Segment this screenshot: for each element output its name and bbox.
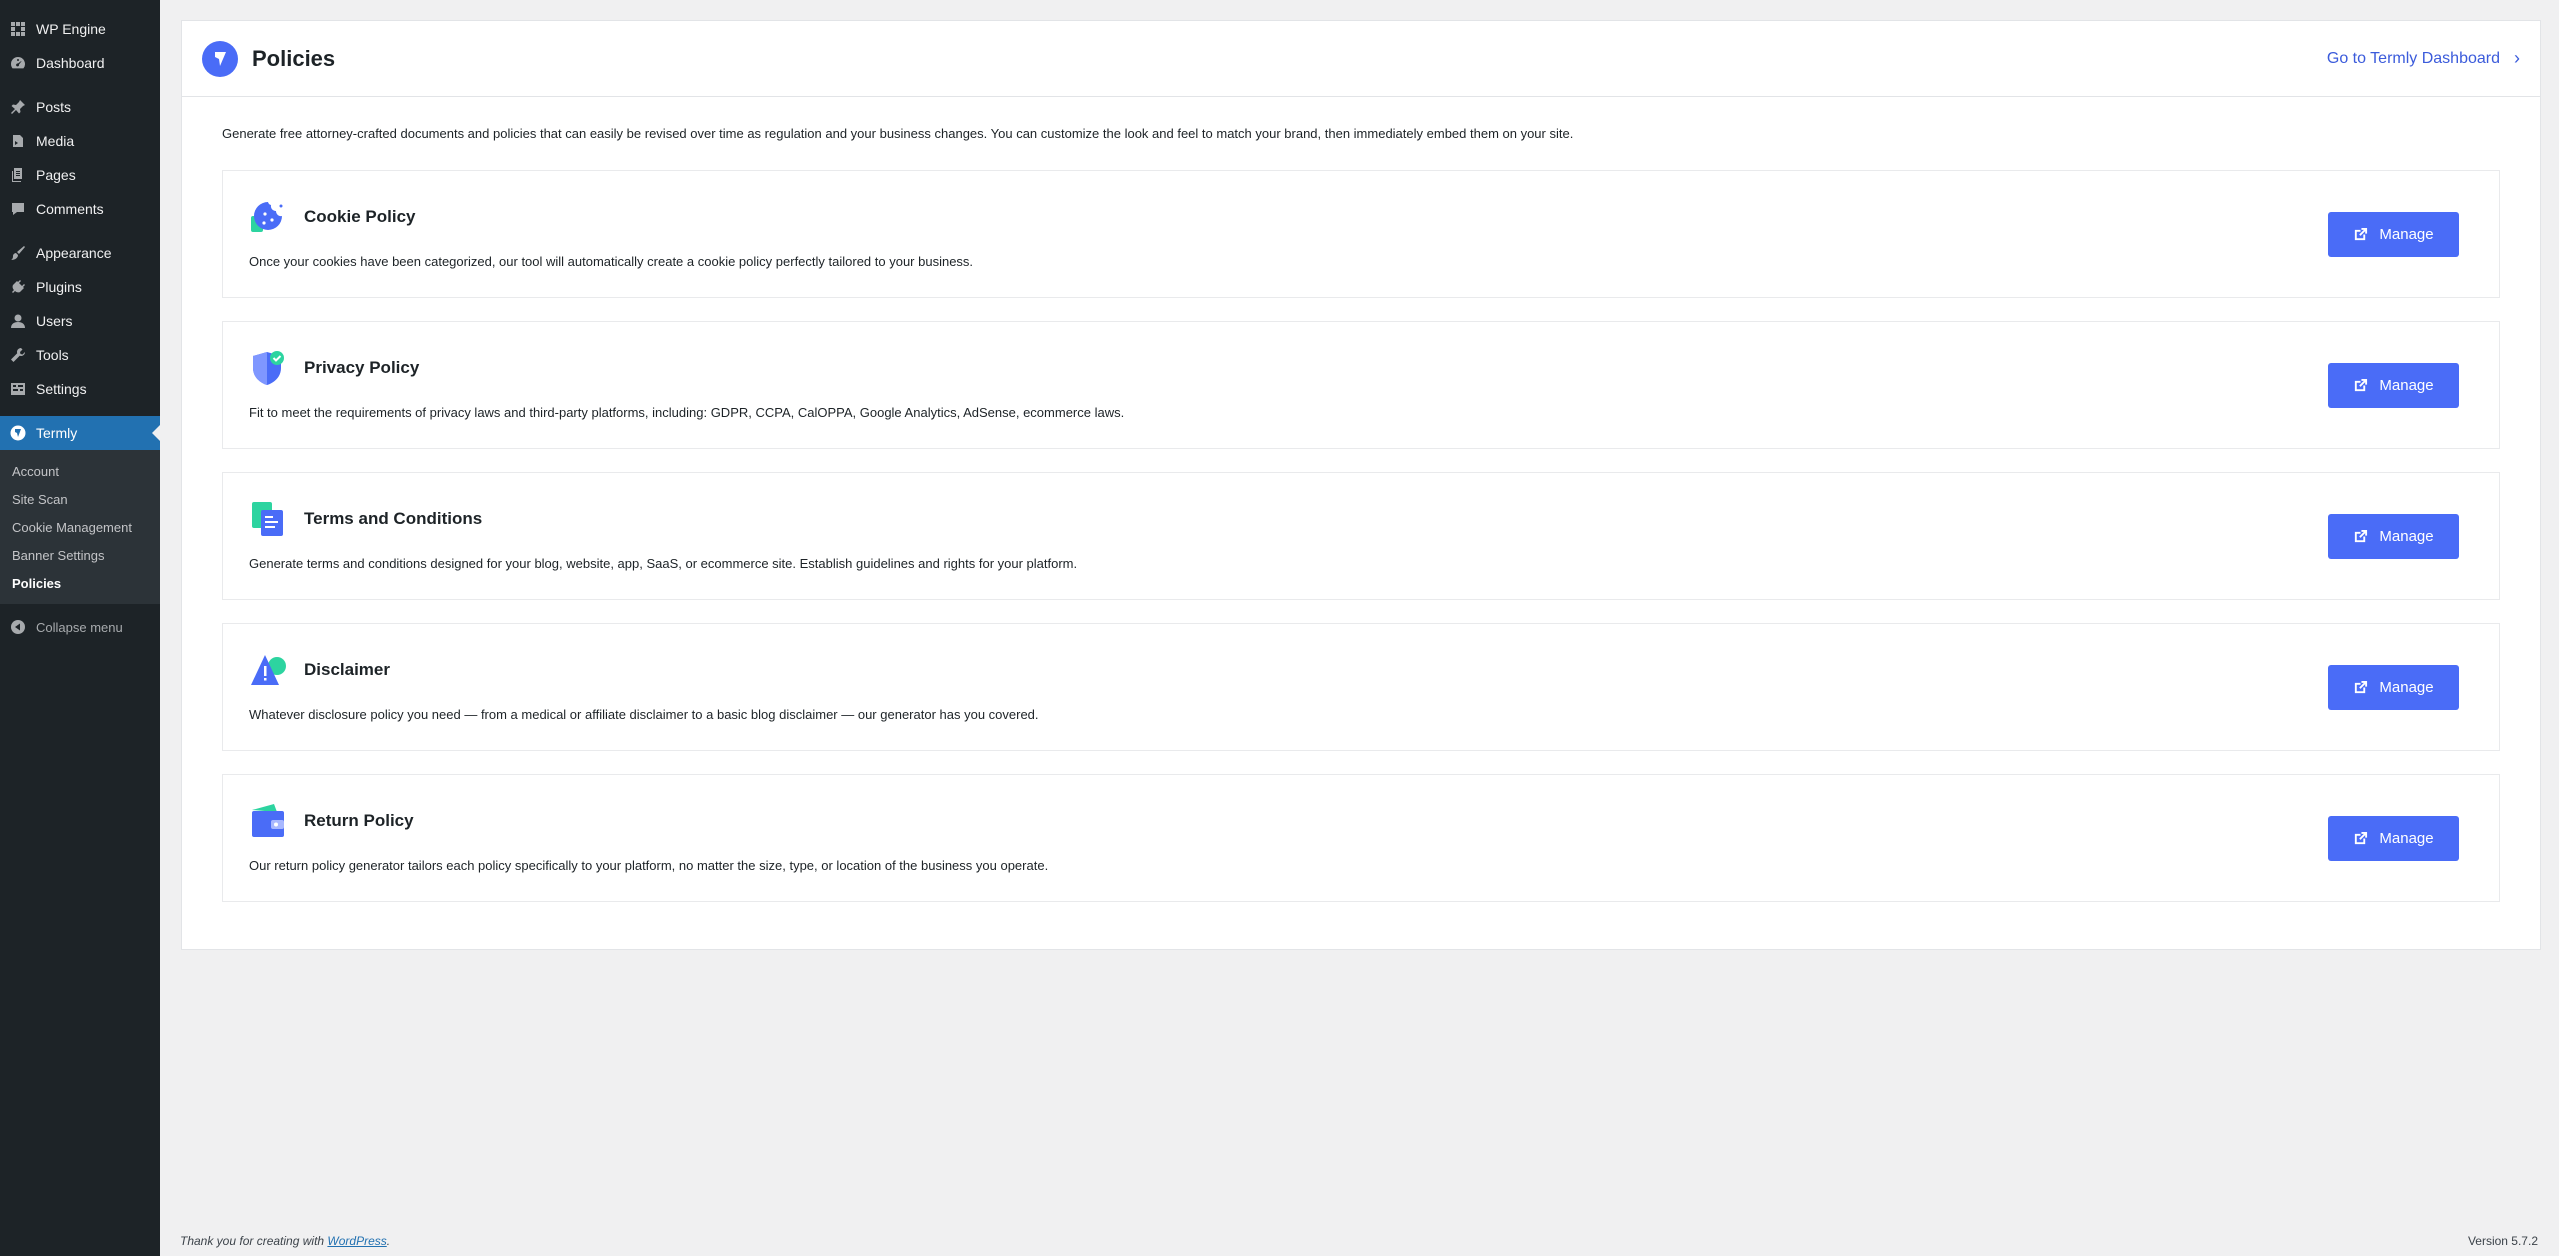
settings-icon: [9, 380, 27, 398]
policy-title: Disclaimer: [304, 660, 390, 679]
manage-label: Manage: [2379, 377, 2434, 394]
external-link-icon: [2355, 680, 2368, 694]
sidebar-item-pages[interactable]: Pages: [0, 158, 160, 192]
termly-submenu: Account Site Scan Cookie Management Bann…: [0, 450, 160, 604]
policy-card-terms: Terms and Conditions Generate terms and …: [222, 472, 2500, 600]
policy-card-cookie: Cookie Policy Once your cookies have bee…: [222, 170, 2500, 298]
manage-terms-button[interactable]: Manage: [2328, 514, 2459, 559]
manage-return-policy-button[interactable]: Manage: [2328, 816, 2459, 861]
shield-check-icon: [249, 349, 287, 387]
termly-logo-icon: [202, 40, 238, 77]
sidebar-item-label: Tools: [36, 347, 69, 363]
policy-title: Return Policy: [304, 811, 414, 830]
policies-panel: Policies Go to Termly Dashboard › Genera…: [181, 20, 2541, 950]
sidebar-item-appearance[interactable]: Appearance: [0, 236, 160, 270]
sidebar-item-dashboard[interactable]: Dashboard: [0, 46, 160, 80]
user-icon: [9, 312, 27, 330]
sidebar-item-label: Appearance: [36, 245, 112, 261]
sidebar-item-label: Termly: [36, 425, 78, 441]
sidebar-item-settings[interactable]: Settings: [0, 372, 160, 406]
manage-cookie-policy-button[interactable]: Manage: [2328, 212, 2459, 257]
manage-label: Manage: [2379, 226, 2434, 243]
sidebar-item-label: Plugins: [36, 279, 82, 295]
sidebar-item-tools[interactable]: Tools: [0, 338, 160, 372]
footer-thanks: Thank you for creating with WordPress.: [180, 1234, 390, 1248]
sidebar-item-wp-engine[interactable]: WP Engine: [0, 12, 160, 46]
policy-title: Terms and Conditions: [304, 509, 483, 528]
sidebar-item-label: Pages: [36, 167, 76, 183]
document-icon: [249, 500, 287, 538]
sidebar-item-label: Users: [36, 313, 73, 329]
sidebar-item-plugins[interactable]: Plugins: [0, 270, 160, 304]
sidebar-item-label: Comments: [36, 201, 104, 217]
sidebar-item-termly[interactable]: Termly: [0, 416, 160, 450]
policy-card-privacy: Privacy Policy Fit to meet the requireme…: [222, 321, 2500, 449]
external-link-icon: [2355, 831, 2368, 845]
manage-label: Manage: [2379, 528, 2434, 545]
chevron-right-icon: ›: [2514, 48, 2520, 68]
go-to-termly-dashboard-link[interactable]: Go to Termly Dashboard ›: [2327, 48, 2520, 69]
wpengine-icon: [9, 20, 27, 38]
submenu-item-site-scan[interactable]: Site Scan: [0, 485, 160, 513]
policy-description: Whatever disclosure policy you need — fr…: [249, 707, 1039, 722]
policy-description: Our return policy generator tailors each…: [249, 858, 1049, 873]
manage-label: Manage: [2379, 830, 2434, 847]
plug-icon: [9, 278, 27, 296]
collapse-menu-label: Collapse menu: [36, 619, 123, 635]
submenu-item-banner-settings[interactable]: Banner Settings: [0, 541, 160, 569]
submenu-item-policies[interactable]: Policies: [0, 569, 160, 597]
collapse-icon: [9, 618, 27, 636]
media-icon: [9, 132, 27, 150]
sidebar-item-users[interactable]: Users: [0, 304, 160, 338]
collapse-menu-button[interactable]: Collapse menu: [0, 610, 160, 644]
footer-version: Version 5.7.2: [2467, 1234, 2538, 1248]
intro-text: Generate free attorney-crafted documents…: [222, 126, 1574, 141]
admin-sidebar: WP Engine Dashboard Posts Media Pages Co…: [0, 0, 160, 1256]
wallet-icon: [249, 802, 287, 840]
dashboard-icon: [9, 54, 27, 72]
manage-label: Manage: [2379, 679, 2434, 696]
sidebar-item-comments[interactable]: Comments: [0, 192, 160, 226]
cookie-icon: [249, 198, 287, 236]
sidebar-item-label: WP Engine: [36, 21, 106, 37]
sidebar-item-label: Posts: [36, 99, 72, 115]
wordpress-link[interactable]: WordPress: [327, 1234, 386, 1248]
submenu-item-cookie-management[interactable]: Cookie Management: [0, 513, 160, 541]
termly-icon: [9, 424, 27, 442]
footer-thanks-prefix: Thank you for creating with: [180, 1234, 328, 1248]
policy-description: Fit to meet the requirements of privacy …: [249, 405, 1125, 420]
sidebar-item-media[interactable]: Media: [0, 124, 160, 158]
dashboard-link-label: Go to Termly Dashboard: [2326, 49, 2500, 67]
sidebar-item-label: Settings: [36, 381, 87, 397]
policy-description: Generate terms and conditions designed f…: [249, 556, 1078, 571]
policy-title: Cookie Policy: [304, 207, 416, 226]
manage-privacy-policy-button[interactable]: Manage: [2328, 363, 2459, 408]
external-link-icon: [2355, 378, 2368, 392]
pin-icon: [9, 98, 27, 116]
manage-disclaimer-button[interactable]: Manage: [2328, 665, 2459, 710]
submenu-item-account[interactable]: Account: [0, 457, 160, 485]
comment-icon: [9, 200, 27, 218]
policy-card-return: Return Policy Our return policy generato…: [222, 774, 2500, 902]
policy-description: Once your cookies have been categorized,…: [249, 254, 974, 269]
policy-card-disclaimer: Disclaimer Whatever disclosure policy yo…: [222, 623, 2500, 751]
pages-icon: [9, 166, 27, 184]
external-link-icon: [2355, 529, 2368, 543]
wrench-icon: [9, 346, 27, 364]
warning-icon: [249, 651, 287, 689]
sidebar-item-posts[interactable]: Posts: [0, 90, 160, 124]
sidebar-item-label: Dashboard: [36, 55, 105, 71]
page-title: Policies: [252, 45, 336, 71]
footer-thanks-suffix: .: [386, 1234, 391, 1248]
external-link-icon: [2355, 227, 2368, 241]
policy-title: Privacy Policy: [304, 358, 420, 377]
panel-header: Policies Go to Termly Dashboard ›: [182, 21, 2540, 97]
brush-icon: [9, 244, 27, 262]
sidebar-item-label: Media: [36, 133, 75, 149]
